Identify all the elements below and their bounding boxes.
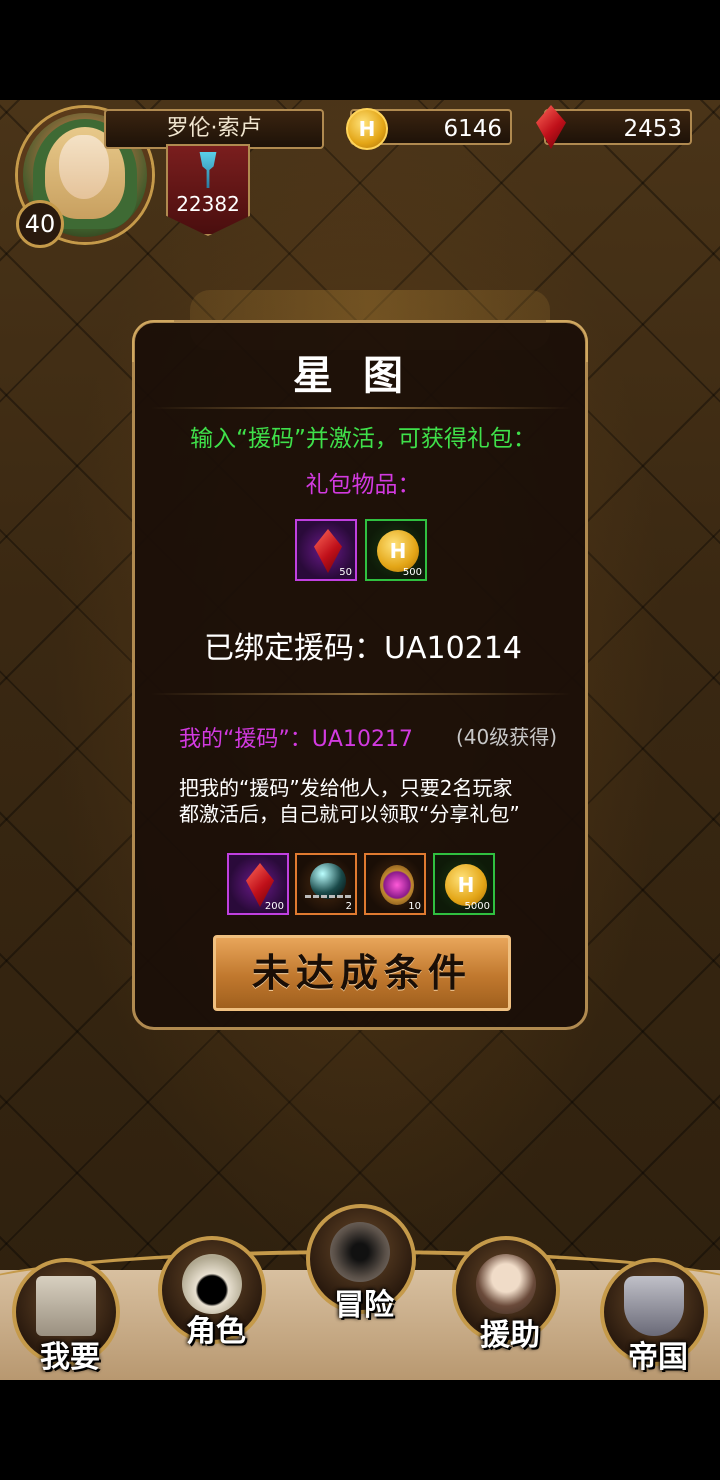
gift-items-label: 礼包物品：: [305, 472, 421, 498]
nav-label: 帝国: [628, 1340, 688, 1375]
nav-label: 角色: [186, 1314, 246, 1349]
star-chart-panel: 星图 输入“援码”并激活，可获得礼包： 礼包物品： 50 H 500 已绑定援码…: [132, 320, 588, 1030]
power-value: 22382: [176, 192, 240, 216]
item-count: 2: [345, 901, 352, 912]
gem-value: 2453: [623, 116, 682, 142]
nav-adventure[interactable]: 冒险: [306, 1204, 416, 1323]
item-count: 200: [264, 901, 284, 912]
my-code-level-note: (40级获得): [455, 725, 557, 749]
castle-icon: [36, 1276, 96, 1336]
gold-coin-icon: H: [445, 864, 487, 906]
share-item-orb[interactable]: 2: [295, 853, 357, 915]
item-count: 500: [402, 567, 422, 578]
swords-dungeon-icon: [330, 1222, 390, 1282]
chain-icon: [305, 895, 351, 910]
share-description: 把我的“援码”发给他人，只要2名玩家 都激活后，自己就可以领取“分享礼包”: [179, 775, 559, 827]
bound-code: 已绑定援码：UA10214: [204, 631, 522, 666]
gift-item-gold[interactable]: H 500: [365, 519, 427, 581]
power-banner[interactable]: 22382: [166, 144, 250, 236]
tree-icon: [199, 152, 217, 188]
nav-label: 我要: [40, 1340, 100, 1375]
avatar-face: [59, 135, 109, 199]
nav-label: 冒险: [334, 1288, 394, 1323]
share-item-gem[interactable]: 200: [227, 853, 289, 915]
nav-assist[interactable]: 援助: [452, 1236, 560, 1353]
gold-coin-icon: H: [346, 108, 388, 150]
divider: [151, 693, 571, 695]
share-item-amulet[interactable]: 10: [364, 853, 426, 915]
crown-icon: [624, 1276, 684, 1336]
divider: [151, 407, 571, 409]
gold-value: 6146: [443, 116, 502, 142]
share-desc-line-2: 都激活后，自己就可以领取“分享礼包”: [179, 802, 520, 826]
gold-coin-icon: H: [377, 530, 419, 572]
red-gem-icon: [314, 529, 342, 573]
item-count: 50: [339, 567, 352, 578]
girl-portrait-icon: [476, 1254, 536, 1314]
nav-character[interactable]: 角色: [158, 1236, 266, 1349]
item-count: 10: [408, 901, 421, 912]
player-name: 罗伦·索卢: [104, 109, 324, 149]
amulet-icon: [380, 865, 414, 905]
hooded-figure-icon: [182, 1254, 242, 1314]
dark-orb-icon: [310, 863, 346, 899]
activate-prompt: 输入“援码”并激活，可获得礼包：: [190, 426, 536, 452]
share-desc-line-1: 把我的“援码”发给他人，只要2名玩家: [179, 776, 513, 800]
share-item-gold[interactable]: H 5000: [433, 853, 495, 915]
gift-item-gem[interactable]: 50: [295, 519, 357, 581]
my-code[interactable]: 我的“援码”：UA10217: [179, 721, 413, 753]
nav-empire[interactable]: 帝国: [600, 1258, 708, 1375]
claim-button[interactable]: 未达成条件: [213, 935, 511, 1011]
nav-want[interactable]: 我要: [12, 1258, 120, 1375]
item-count: 5000: [464, 901, 490, 912]
panel-title: 星图: [293, 352, 433, 399]
nav-label: 援助: [480, 1318, 540, 1353]
game-screen: 40 罗伦·索卢 22382 6146 H 2453 星图 输入“援码”并激活，…: [0, 100, 720, 1380]
player-level-badge: 40: [16, 200, 64, 248]
gem-counter[interactable]: 2453: [544, 109, 692, 145]
